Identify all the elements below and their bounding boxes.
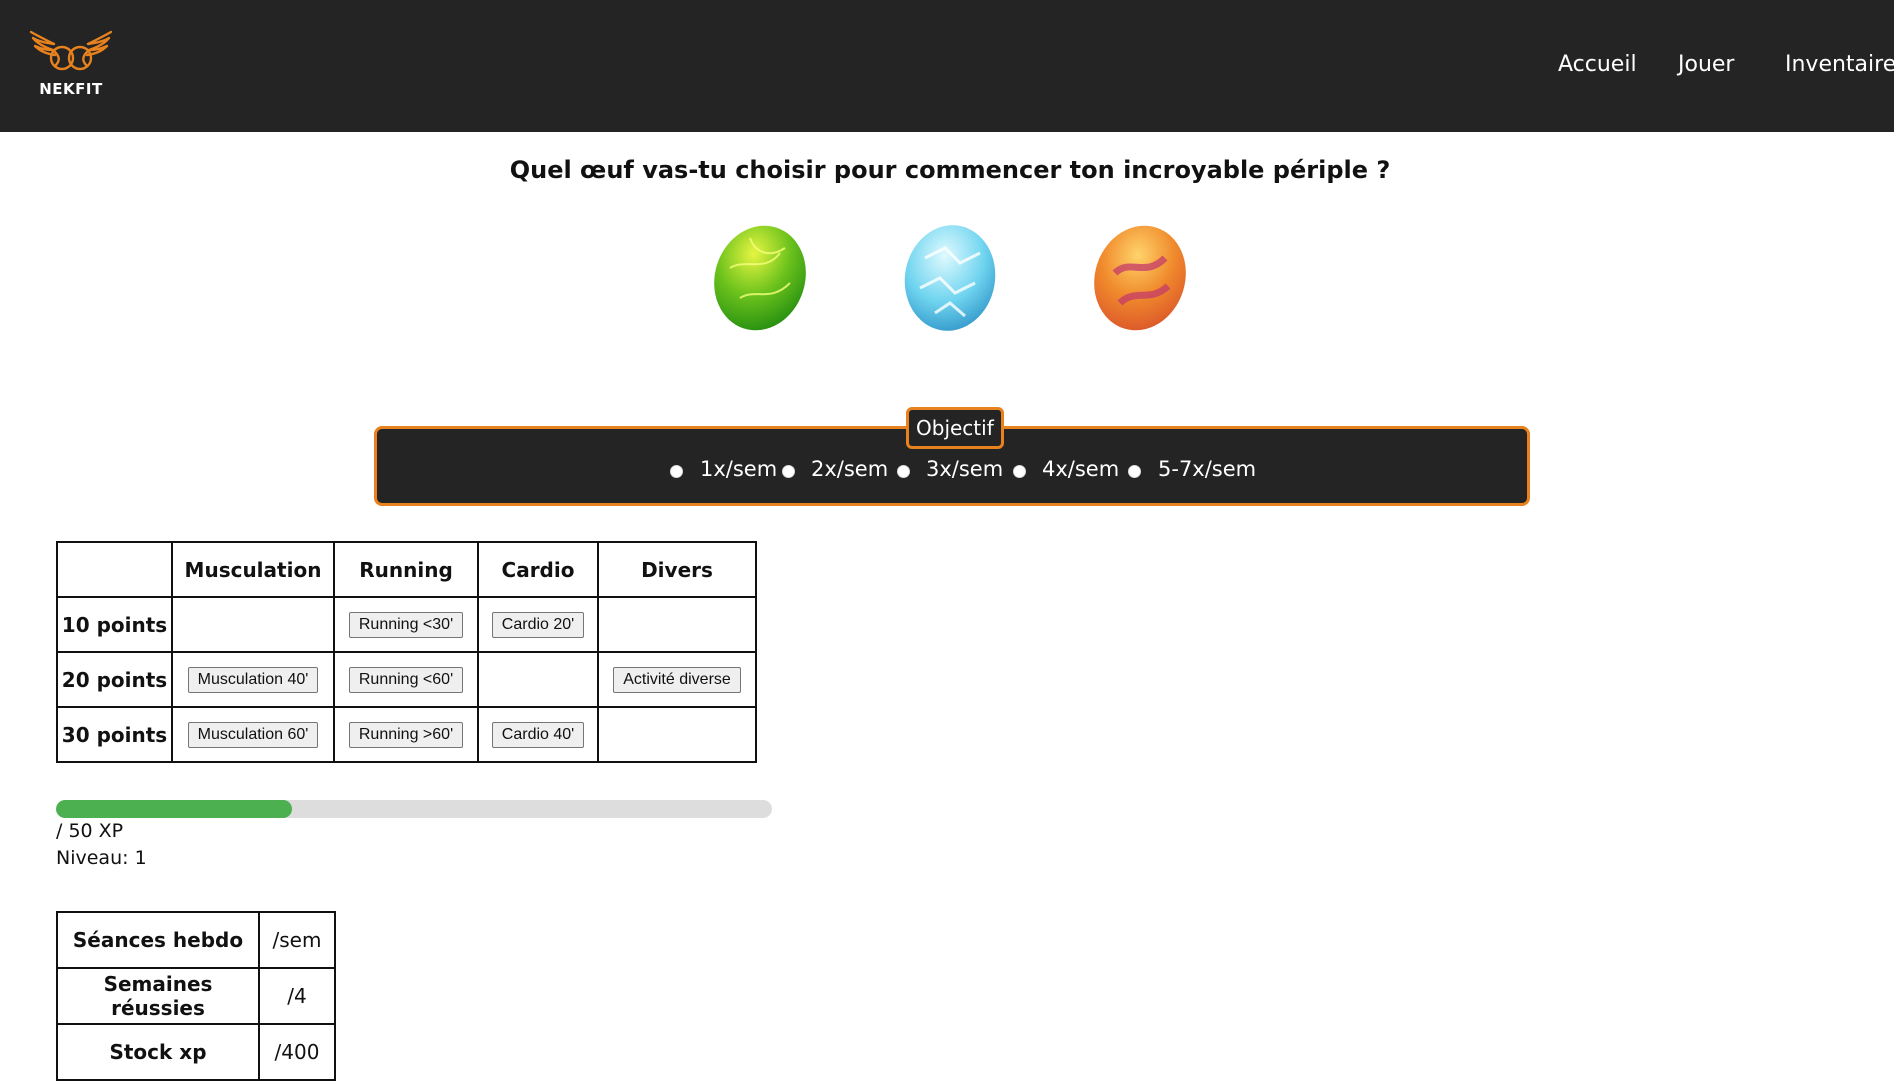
table-header-row: Musculation Running Cardio Divers xyxy=(56,541,757,598)
running-over-60-button[interactable]: Running >60' xyxy=(348,721,464,748)
stats-table: Séances hebdo /sem Semaines réussies /4 … xyxy=(56,911,336,1081)
radio-3x[interactable] xyxy=(897,465,910,478)
stat-value-stock: /400 xyxy=(258,1023,336,1081)
top-header: NEKFIT Accueil Jouer Inventaire xyxy=(0,0,1894,132)
row-label-20: 20 points xyxy=(56,651,173,708)
xp-text: / 50 XP xyxy=(56,820,124,842)
radio-label-1x: 1x/sem xyxy=(700,457,778,481)
radio-4x[interactable] xyxy=(1013,465,1026,478)
ice-egg[interactable] xyxy=(900,218,1000,334)
table-header-divers: Divers xyxy=(597,541,757,598)
stat-label-seances: Séances hebdo xyxy=(56,911,260,969)
cell: Musculation 40' xyxy=(171,651,335,708)
cell-empty xyxy=(597,706,757,763)
cell: Running >60' xyxy=(333,706,479,763)
running-30-button[interactable]: Running <30' xyxy=(348,611,464,638)
cell-empty xyxy=(477,651,599,708)
radio-label-3x: 3x/sem xyxy=(926,457,1004,481)
table-header-cardio: Cardio xyxy=(477,541,599,598)
stat-value-seances: /sem xyxy=(258,911,336,969)
nav-inventaire[interactable]: Inventaire xyxy=(1785,52,1894,77)
cell: Cardio 20' xyxy=(477,596,599,653)
table-row: 10 points Running <30' Cardio 20' xyxy=(56,596,757,653)
cell: Musculation 60' xyxy=(171,706,335,763)
points-table: Musculation Running Cardio Divers 10 poi… xyxy=(56,541,757,763)
musculation-60-button[interactable]: Musculation 60' xyxy=(187,721,319,748)
radio-2x[interactable] xyxy=(782,465,795,478)
nav-accueil[interactable]: Accueil xyxy=(1558,52,1637,77)
logo-text: NEKFIT xyxy=(39,80,103,98)
radio-1x[interactable] xyxy=(670,465,683,478)
nav-jouer[interactable]: Jouer xyxy=(1678,52,1734,77)
cell: Running <30' xyxy=(333,596,479,653)
green-egg[interactable] xyxy=(710,218,810,334)
level-label: Niveau: xyxy=(56,847,135,869)
table-header-empty xyxy=(56,541,173,598)
table-row: Semaines réussies /4 xyxy=(56,967,336,1025)
cardio-20-button[interactable]: Cardio 20' xyxy=(491,611,585,638)
radio-label-2x: 2x/sem xyxy=(811,457,889,481)
cell-empty xyxy=(597,596,757,653)
table-row: 30 points Musculation 60' Running >60' C… xyxy=(56,706,757,763)
objectif-options: 1x/sem 2x/sem 3x/sem 4x/sem 5-7x/sem xyxy=(377,457,1527,489)
activite-diverse-button[interactable]: Activité diverse xyxy=(613,666,741,693)
row-label-30: 30 points xyxy=(56,706,173,763)
cardio-40-button[interactable]: Cardio 40' xyxy=(491,721,585,748)
level-text: Niveau: 1 xyxy=(56,847,147,869)
table-header-musculation: Musculation xyxy=(171,541,335,598)
objectif-legend: Objectif xyxy=(906,407,1004,449)
xp-progress-bar xyxy=(56,800,772,818)
stat-label-stock: Stock xp xyxy=(56,1023,260,1081)
page-title: Quel œuf vas-tu choisir pour commencer t… xyxy=(509,156,1391,184)
fire-egg[interactable] xyxy=(1090,218,1190,334)
main-nav: Accueil Jouer Inventaire xyxy=(0,52,1894,82)
cell-empty xyxy=(171,596,335,653)
stat-value-semaines: /4 xyxy=(258,967,336,1025)
radio-5-7x[interactable] xyxy=(1128,465,1141,478)
radio-label-4x: 4x/sem xyxy=(1042,457,1120,481)
stat-label-semaines: Semaines réussies xyxy=(56,967,260,1025)
radio-label-5-7x: 5-7x/sem xyxy=(1158,457,1257,481)
musculation-40-button[interactable]: Musculation 40' xyxy=(187,666,319,693)
running-60-button[interactable]: Running <60' xyxy=(348,666,464,693)
cell: Cardio 40' xyxy=(477,706,599,763)
row-label-10: 10 points xyxy=(56,596,173,653)
xp-progress-fill xyxy=(56,800,293,818)
table-row: 20 points Musculation 40' Running <60' A… xyxy=(56,651,757,708)
table-row: Séances hebdo /sem xyxy=(56,911,336,969)
level-value: 1 xyxy=(134,847,147,869)
table-row: Stock xp /400 xyxy=(56,1023,336,1081)
cell: Running <60' xyxy=(333,651,479,708)
table-header-running: Running xyxy=(333,541,479,598)
cell: Activité diverse xyxy=(597,651,757,708)
